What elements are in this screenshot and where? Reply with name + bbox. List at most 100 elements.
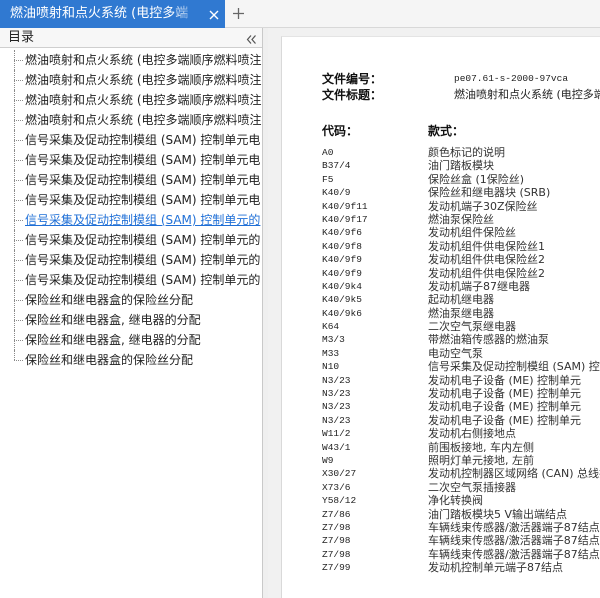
component-code: M3/3 <box>322 334 345 346</box>
component-desc: 带燃油箱传感器的燃油泵 <box>428 333 549 347</box>
model-column-header: 款式： <box>428 124 465 138</box>
component-desc: 二次空气泵继电器 <box>428 320 516 334</box>
toc-item[interactable]: 信号采集及促动控制模组 (SAM) 控制单元的 <box>0 250 262 270</box>
toc-title: 目录 <box>8 30 35 45</box>
toc-item[interactable]: 信号采集及促动控制模组 (SAM) 控制单元的 <box>0 270 262 290</box>
toc-item[interactable]: 信号采集及促动控制模组 (SAM) 控制单元电 <box>0 190 262 210</box>
toc-item[interactable]: 信号采集及促动控制模组 (SAM) 控制单元电 <box>0 150 262 170</box>
component-code: K40/9f8 <box>322 240 362 252</box>
component-code: W11/2 <box>322 428 351 440</box>
component-desc: 照明灯单元接地, 左前 <box>428 453 534 467</box>
component-desc: 发动机电子设备 (ME) 控制单元 <box>428 413 582 427</box>
component-desc: 车辆线束传感器/激活器端子87结点 <box>428 520 600 534</box>
component-desc: 车辆线束传感器/激活器端子87结点 <box>428 547 600 561</box>
tab-document[interactable]: 燃油喷射和点火系统 (电控多端 <box>0 0 225 28</box>
component-desc: 保险丝和继电器块 (SRB) <box>428 186 551 200</box>
file-title-row: 文件标题： 燃油喷射和点火系统 (电控多端 <box>322 87 600 103</box>
component-row: W11/2 发动机右侧接地点 <box>322 427 600 440</box>
file-number-row: 文件编号： pe07.61-s-2000-97vca <box>322 71 600 87</box>
component-desc: 发动机端子30Z保险丝 <box>428 199 538 213</box>
component-desc: 油门踏板模块5 V输出端结点 <box>428 507 568 521</box>
component-code: K40/9 <box>322 187 351 199</box>
toc-item[interactable]: 信号采集及促动控制模组 (SAM) 控制单元的 <box>0 230 262 250</box>
component-desc: 净化转换阀 <box>428 494 483 508</box>
component-desc: 发动机控制器区域网络 (CAN) 总线插 <box>428 467 600 481</box>
component-code: K40/9f9 <box>322 254 362 266</box>
toc-header: 目录 <box>0 28 262 48</box>
component-row: X30/27 发动机控制器区域网络 (CAN) 总线插 <box>322 467 600 480</box>
component-row: N3/23 发动机电子设备 (ME) 控制单元 <box>322 400 600 413</box>
toc-item[interactable]: 燃油喷射和点火系统 (电控多端顺序燃料喷注 <box>0 110 262 130</box>
component-code: K40/9k5 <box>322 294 362 306</box>
component-desc: 发动机右侧接地点 <box>428 427 516 441</box>
component-row: N3/23 发动机电子设备 (ME) 控制单元 <box>322 374 600 387</box>
toc-tree: 燃油喷射和点火系统 (电控多端顺序燃料喷注 燃油喷射和点火系统 (电控多端顺序燃… <box>0 50 262 370</box>
toc-item-label: 燃油喷射和点火系统 (电控多端顺序燃料喷注 <box>25 113 262 127</box>
toc-item-label: 信号采集及促动控制模组 (SAM) 控制单元电 <box>25 173 261 187</box>
component-desc: 前围板接地, 车内左侧 <box>428 440 534 454</box>
component-code: K40/9f9 <box>322 267 362 279</box>
component-desc: 发动机组件保险丝 <box>428 226 516 240</box>
component-desc: 信号采集及促动控制模组 (SAM) 控制 <box>428 360 600 374</box>
close-icon[interactable] <box>207 7 221 21</box>
toc-item-label: 信号采集及促动控制模组 (SAM) 控制单元电 <box>25 193 261 207</box>
component-code: W43/1 <box>322 441 351 453</box>
component-row: K40/9f8 发动机组件供电保险丝1 <box>322 240 600 253</box>
toc-item-label: 保险丝和继电器盒的保险丝分配 <box>25 353 194 367</box>
toc-item-label: 信号采集及促动控制模组 (SAM) 控制单元的 <box>25 273 261 287</box>
toc-sidebar: 目录 燃油喷射和点火系统 (电控多端顺序燃料喷注 燃油喷射和点火系统 (电控多端… <box>0 28 263 598</box>
component-code: Z7/98 <box>322 548 351 560</box>
toc-item-selected[interactable]: 信号采集及促动控制模组 (SAM) 控制单元的 <box>0 210 262 230</box>
toc-item[interactable]: 保险丝和继电器盒, 继电器的分配 <box>0 310 262 330</box>
component-row: Z7/98 车辆线束传感器/激活器端子87结点 <box>322 548 600 561</box>
toc-item-label: 保险丝和继电器盒, 继电器的分配 <box>25 313 201 327</box>
component-row: Z7/99 发动机控制单元端子87结点 <box>322 561 600 574</box>
component-code: N3/23 <box>322 374 351 386</box>
component-desc: 车辆线束传感器/激活器端子87结点 <box>428 534 600 548</box>
component-desc: 颜色标记的说明 <box>428 146 505 159</box>
component-desc: 起动机继电器 <box>428 293 494 307</box>
component-row: M3/3 带燃油箱传感器的燃油泵 <box>322 333 600 346</box>
toc-item[interactable]: 燃油喷射和点火系统 (电控多端顺序燃料喷注 <box>0 50 262 70</box>
double-chevron-left-icon[interactable] <box>245 31 258 44</box>
component-row: K40/9k6 燃油泵继电器 <box>322 307 600 320</box>
component-desc: 发动机端子87继电器 <box>428 279 530 293</box>
component-row: Z7/98 车辆线束传感器/激活器端子87结点 <box>322 521 600 534</box>
component-row: K40/9 保险丝和继电器块 (SRB) <box>322 186 600 199</box>
toc-item[interactable]: 燃油喷射和点火系统 (电控多端顺序燃料喷注 <box>0 90 262 110</box>
component-row: K40/9k4 发动机端子87继电器 <box>322 280 600 293</box>
component-desc: 发动机组件供电保险丝2 <box>428 266 545 280</box>
component-desc: 发动机组件供电保险丝1 <box>428 239 545 253</box>
component-desc: 二次空气泵插接器 <box>428 480 516 494</box>
component-row: A0 颜色标记的说明 <box>322 146 600 159</box>
toc-item-label: 信号采集及促动控制模组 (SAM) 控制单元电 <box>25 153 261 167</box>
component-row: K40/9f6 发动机组件保险丝 <box>322 226 600 239</box>
component-desc: 燃油泵保险丝 <box>428 212 494 226</box>
toc-item[interactable]: 保险丝和继电器盒的保险丝分配 <box>0 350 262 370</box>
component-code: K40/9k6 <box>322 307 362 319</box>
toc-item[interactable]: 信号采集及促动控制模组 (SAM) 控制单元电 <box>0 170 262 190</box>
toc-item-label: 信号采集及促动控制模组 (SAM) 控制单元的 <box>25 233 261 247</box>
component-code: F5 <box>322 173 334 185</box>
file-title-value: 燃油喷射和点火系统 (电控多端 <box>454 88 600 101</box>
toc-item[interactable]: 燃油喷射和点火系统 (电控多端顺序燃料喷注 <box>0 70 262 90</box>
component-code: B37/4 <box>322 160 351 172</box>
document-viewer: 文件编号： pe07.61-s-2000-97vca 文件标题： 燃油喷射和点火… <box>268 28 600 598</box>
component-row: Y58/12 净化转换阀 <box>322 494 600 507</box>
component-code: M33 <box>322 347 340 359</box>
plus-icon[interactable] <box>231 6 246 21</box>
component-row: Z7/98 车辆线束传感器/激活器端子87结点 <box>322 534 600 547</box>
component-desc: 电动空气泵 <box>428 346 483 360</box>
component-code: N3/23 <box>322 401 351 413</box>
toc-item[interactable]: 保险丝和继电器盒的保险丝分配 <box>0 290 262 310</box>
tab-label: 燃油喷射和点火系统 (电控多端 <box>10 6 189 21</box>
component-desc: 燃油泵继电器 <box>428 306 494 320</box>
component-desc: 发动机电子设备 (ME) 控制单元 <box>428 373 582 387</box>
toc-item-label: 信号采集及促动控制模组 (SAM) 控制单元电 <box>25 133 261 147</box>
toc-item[interactable]: 信号采集及促动控制模组 (SAM) 控制单元电 <box>0 130 262 150</box>
component-row: K40/9f11 发动机端子30Z保险丝 <box>322 200 600 213</box>
component-desc: 发动机电子设备 (ME) 控制单元 <box>428 400 582 414</box>
toc-item[interactable]: 保险丝和继电器盒, 继电器的分配 <box>0 330 262 350</box>
tab-bar: 燃油喷射和点火系统 (电控多端 <box>0 0 600 28</box>
component-code: N3/23 <box>322 414 351 426</box>
